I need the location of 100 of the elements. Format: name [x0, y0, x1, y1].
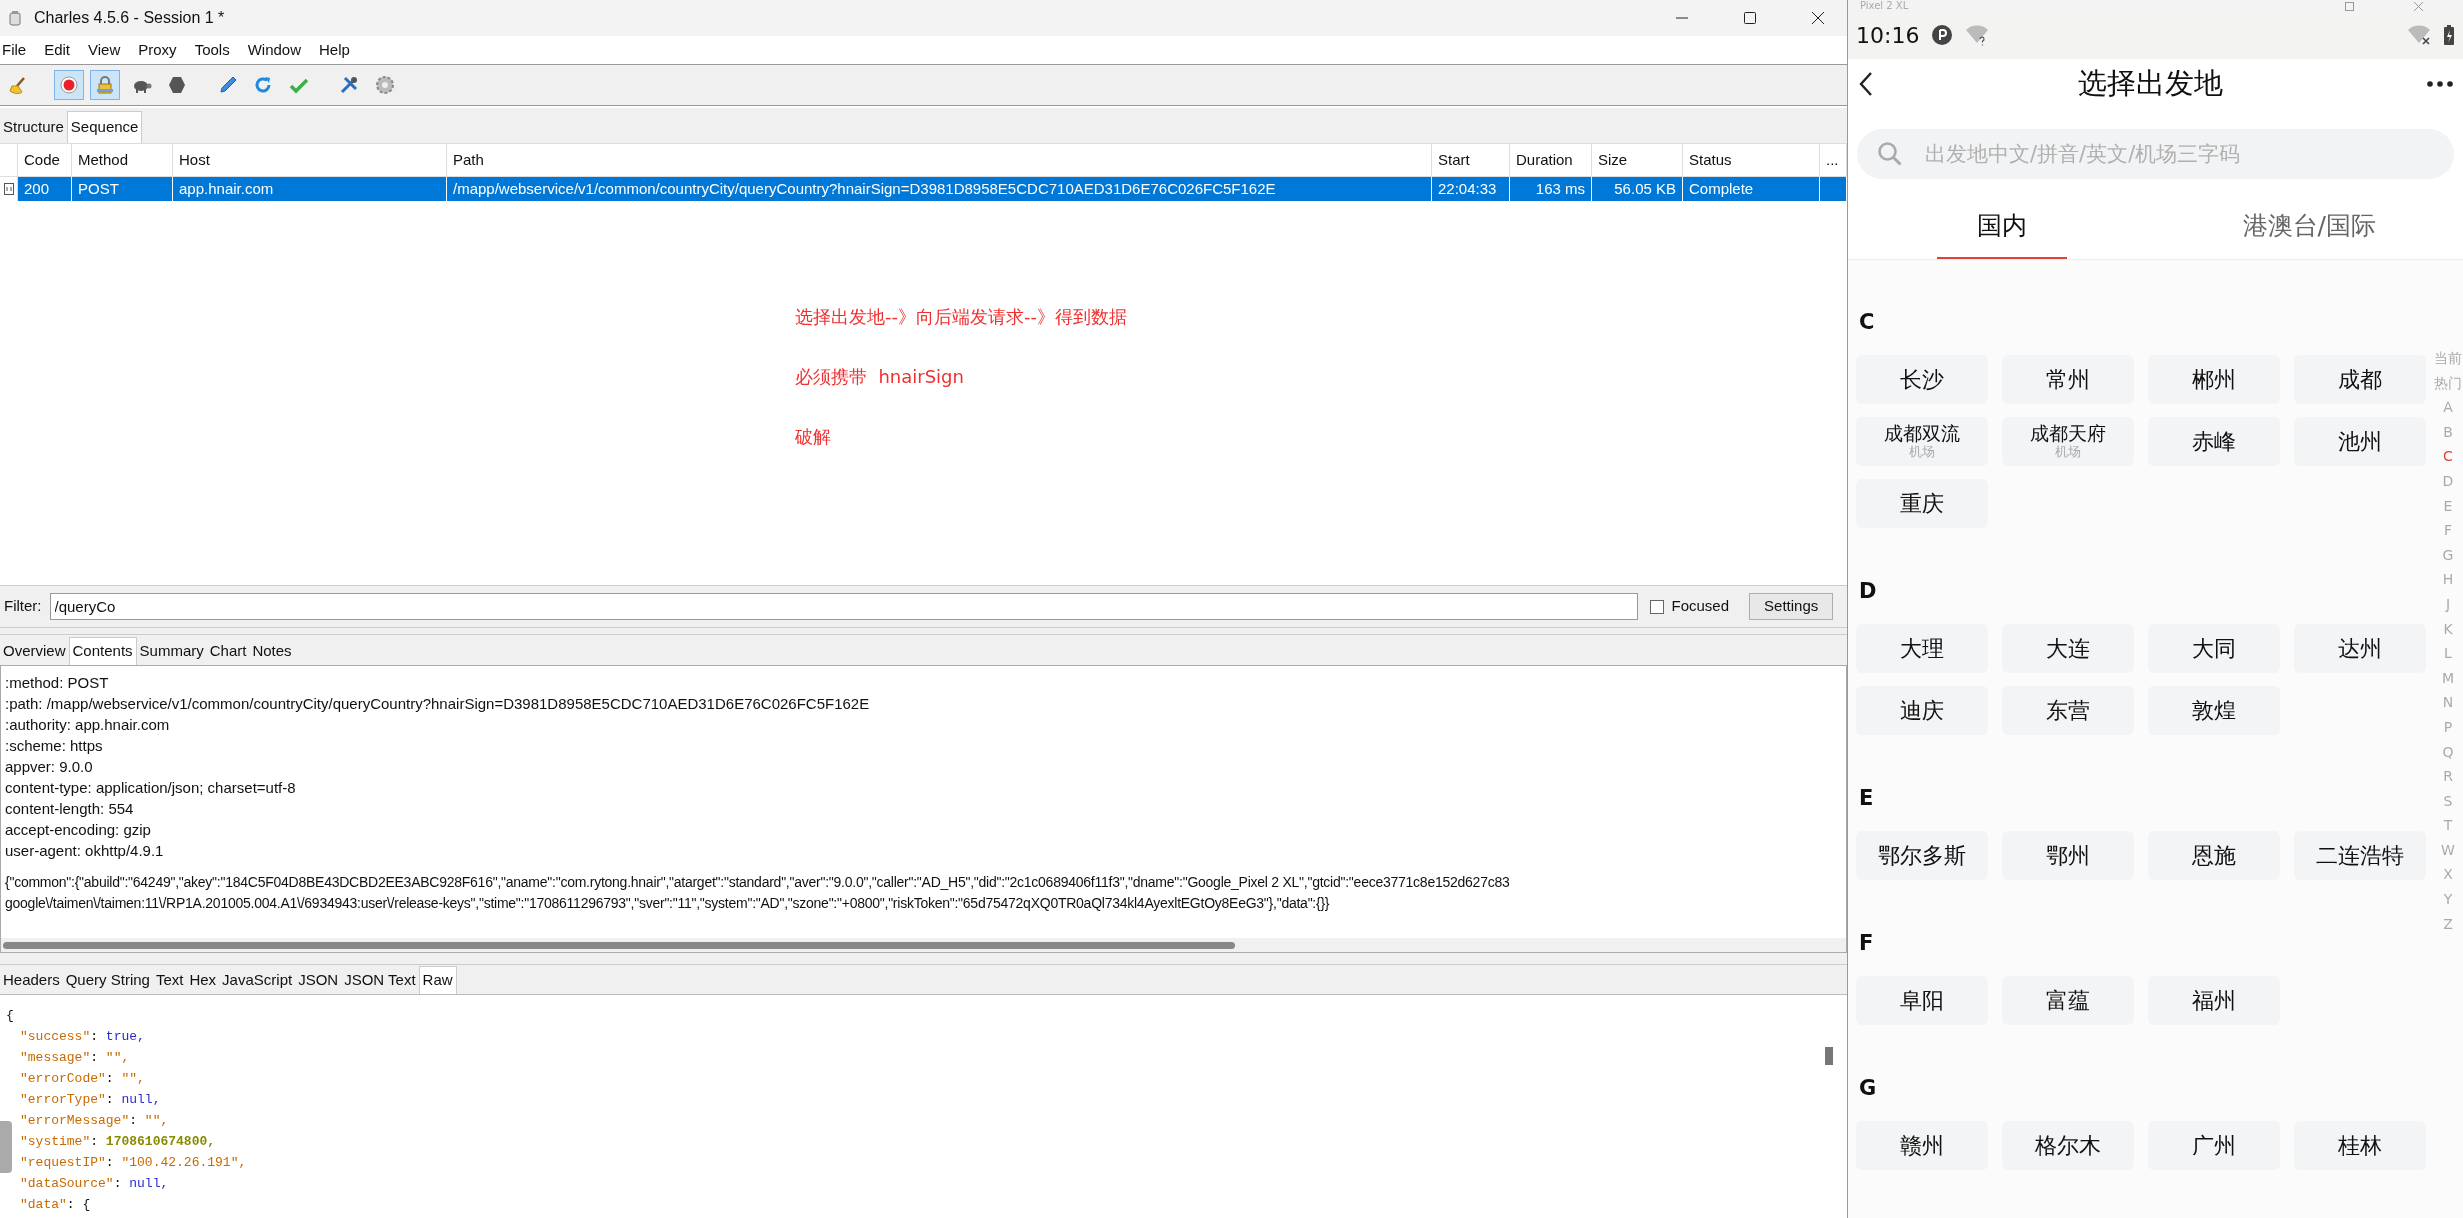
json-colon: : — [129, 1113, 139, 1128]
city-button[interactable]: 迪庆 — [1856, 686, 1988, 735]
json-value: "", — [121, 1071, 145, 1086]
column-header[interactable]: Status — [1683, 144, 1820, 176]
city-button[interactable]: 广州 — [2148, 1121, 2280, 1170]
city-button[interactable]: 格尔木 — [2002, 1121, 2134, 1170]
json-value: "", — [144, 1113, 169, 1128]
city-button[interactable]: 达州 — [2294, 624, 2426, 673]
notification-icon — [1931, 24, 1954, 47]
maximize-icon[interactable] — [1743, 11, 1757, 25]
close-icon[interactable] — [1811, 11, 1825, 25]
city-button[interactable]: 赤峰 — [2148, 417, 2280, 466]
tab[interactable]: Notes — [249, 637, 295, 665]
section-letter: C — [1858, 309, 1875, 336]
tab[interactable]: Query String — [62, 966, 153, 994]
city-button[interactable]: 敦煌 — [2148, 686, 2280, 735]
city-button[interactable]: 成都双流 机场 — [1856, 417, 1988, 466]
header-line: content-type: application/json; charset=utf-8 — [5, 778, 297, 798]
tab[interactable]: Contents — [68, 637, 137, 665]
tab[interactable]: Raw — [418, 966, 457, 994]
column-header[interactable]: Duration — [1510, 144, 1592, 176]
city-button[interactable]: 阜阳 — [1856, 976, 1988, 1025]
column-header[interactable]: Start — [1432, 144, 1510, 176]
tab[interactable]: Text — [152, 966, 187, 994]
city-button[interactable]: 富蕴 — [2002, 976, 2134, 1025]
horizontal-scrollbar-thumb[interactable] — [3, 941, 1235, 949]
focused-checkbox[interactable] — [1649, 599, 1664, 614]
document-icon — [3, 183, 14, 195]
menu-item[interactable]: Window — [238, 38, 310, 62]
vertical-scrollbar-thumb[interactable] — [1825, 1047, 1833, 1065]
city-button[interactable]: 东营 — [2002, 686, 2134, 735]
index-letter[interactable]: C — [2443, 444, 2453, 469]
column-header[interactable]: Code — [18, 144, 72, 176]
json-key: "success" — [20, 1029, 91, 1044]
tab[interactable]: Hex — [186, 966, 220, 994]
table-row[interactable]: 200 POST app.hnair.com /mapp/webservice/v1/common/countryCity/queryCountry?hnairSign=D3981D8958E5CDC710AED31D6E76C026FC5F162E 22:04:33 163 ms 56.05 KB Complete — [0, 177, 1847, 201]
device-title: Pixel 2 XL — [1860, 1, 1909, 12]
table-cell: 22:04:33 — [1432, 177, 1510, 201]
column-header[interactable]: Size — [1592, 144, 1683, 176]
tab[interactable]: 港澳台/国际 — [2155, 192, 2463, 259]
toolbar-button[interactable] — [54, 70, 84, 100]
header-line: :authority: app.hnair.com — [5, 715, 171, 735]
tab[interactable]: Headers — [0, 966, 63, 994]
tab[interactable]: JSON — [295, 966, 342, 994]
city-button[interactable]: 常州 — [2002, 355, 2134, 404]
header-line: accept-encoding: gzip — [5, 820, 152, 840]
more-icon[interactable] — [2427, 80, 2453, 87]
tab[interactable]: Sequence — [66, 111, 143, 143]
menu-item[interactable]: Help — [310, 38, 359, 62]
column-header[interactable]: Host — [173, 144, 447, 176]
json-colon: : — [105, 1071, 115, 1086]
city-button[interactable]: 福州 — [2148, 976, 2280, 1025]
tab[interactable]: Chart — [206, 637, 250, 665]
tab[interactable]: Structure — [0, 111, 67, 143]
tab[interactable]: 国内 — [1848, 192, 2156, 259]
city-button[interactable]: 成都天府 机场 — [2002, 417, 2134, 466]
city-button[interactable]: 大同 — [2148, 624, 2280, 673]
tab[interactable]: JSON Text — [341, 966, 419, 994]
city-button[interactable]: 成都 — [2294, 355, 2426, 404]
city-button[interactable]: 鄂州 — [2002, 831, 2134, 880]
side-handle[interactable] — [0, 1121, 12, 1173]
airport-label: 机场 — [1909, 444, 1935, 461]
json-colon: : — [90, 1029, 100, 1044]
column-header[interactable]: ... — [1820, 144, 1847, 176]
header-line: user-agent: okhttp/4.9.1 — [5, 841, 165, 861]
tab[interactable]: Overview — [0, 637, 69, 665]
city-button[interactable]: 二连浩特 — [2294, 831, 2426, 880]
toolbar-button[interactable] — [90, 70, 120, 100]
city-button[interactable]: 桂林 — [2294, 1121, 2426, 1170]
menu-item[interactable]: File — [0, 38, 36, 62]
menu-item[interactable]: View — [79, 38, 130, 62]
city-button[interactable]: 郴州 — [2148, 355, 2280, 404]
menu-item[interactable]: Proxy — [129, 38, 186, 62]
city-button[interactable]: 恩施 — [2148, 831, 2280, 880]
filter-field[interactable]: /queryCo — [49, 593, 1638, 620]
menu-item[interactable]: Edit — [35, 38, 80, 62]
city-button[interactable]: 长沙 — [1856, 355, 1988, 404]
body-line: google\/taimen\/taimen:11\/RP1A.201005.004.A1\/6934943:user\/release-keys","stime":"1708611296793","sver":"11","system":"AD","szone":"+0800","riskToken":"65d75472qXQ0TR0aQl734kl4AyexltEGtOy8EeG3"},"data":{}} — [5, 894, 1331, 913]
column-header[interactable]: Method — [72, 144, 173, 176]
gear-icon — [374, 74, 396, 96]
table-cell: /mapp/webservice/v1/common/countryCity/queryCountry?hnairSign=D3981D8958E5CDC710AED31D6E76C026FC5F162E — [447, 177, 1432, 201]
section-letter: E — [1858, 785, 1874, 812]
json-key: "requestIP" — [20, 1155, 106, 1170]
header-line: content-length: 554 — [5, 799, 135, 819]
lock-icon — [94, 74, 116, 96]
table-cell: 200 — [18, 177, 72, 201]
header-line: :method: POST — [5, 673, 110, 693]
search-field[interactable]: 出发地中文/拼音/英文/机场三字码 — [1857, 128, 2454, 179]
city-button[interactable]: 鄂尔多斯 — [1856, 831, 1988, 880]
column-header[interactable]: Path — [447, 144, 1432, 176]
back-icon[interactable] — [1858, 70, 1874, 97]
city-button[interactable]: 重庆 — [1856, 479, 1988, 528]
city-button[interactable]: 赣州 — [1856, 1121, 1988, 1170]
tab[interactable]: JavaScript — [219, 966, 296, 994]
menu-item[interactable]: Tools — [185, 38, 239, 62]
city-button[interactable]: 大理 — [1856, 624, 1988, 673]
city-button[interactable]: 大连 — [2002, 624, 2134, 673]
settings-button[interactable]: Settings — [1749, 593, 1834, 620]
city-button[interactable]: 池州 — [2294, 417, 2426, 466]
tab[interactable]: Summary — [136, 637, 207, 665]
